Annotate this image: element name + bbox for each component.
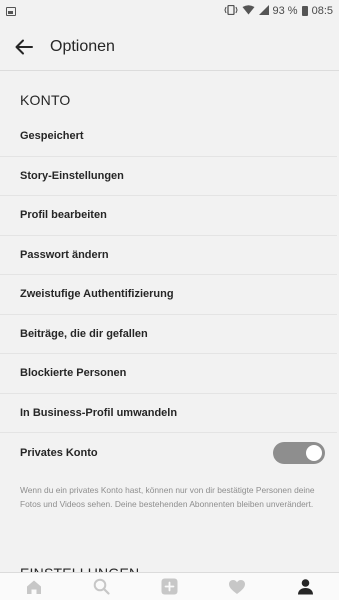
status-time: 08:5 bbox=[311, 5, 333, 17]
back-arrow-icon bbox=[15, 39, 33, 55]
nav-profile-button[interactable] bbox=[285, 574, 325, 600]
menu-item-business-profile[interactable]: In Business-Profil umwandeln bbox=[0, 394, 337, 433]
menu-item-liked-posts[interactable]: Beiträge, die dir gefallen bbox=[0, 315, 337, 354]
battery-percentage: 93 % bbox=[272, 5, 298, 17]
menu-item-blocked-users[interactable]: Blockierte Personen bbox=[0, 354, 337, 394]
wifi-icon bbox=[242, 4, 255, 18]
menu-item-change-password[interactable]: Passwort ändern bbox=[0, 236, 337, 275]
home-icon bbox=[26, 580, 41, 594]
nav-home-button[interactable] bbox=[14, 574, 54, 600]
status-bar: 93 % 08:5 bbox=[0, 0, 339, 22]
options-screen: 93 % 08:5 Optionen KONTO Gespeichert Sto… bbox=[0, 0, 339, 600]
page-title: Optionen bbox=[50, 38, 115, 55]
menu-item-saved[interactable]: Gespeichert bbox=[0, 117, 337, 157]
heart-icon bbox=[229, 579, 246, 594]
nav-add-button[interactable] bbox=[149, 574, 189, 600]
menu-item-edit-profile[interactable]: Profil bearbeiten bbox=[0, 196, 337, 236]
search-icon bbox=[93, 578, 110, 595]
back-button[interactable] bbox=[12, 35, 36, 59]
status-left bbox=[6, 6, 16, 16]
toggle-knob bbox=[306, 444, 322, 461]
private-account-hint: Wenn du ein privates Konto hast, können … bbox=[20, 484, 315, 509]
menu-item-two-factor-auth[interactable]: Zweistufige Authentifizierung bbox=[0, 275, 337, 315]
nav-activity-button[interactable] bbox=[217, 574, 257, 600]
image-notification-icon bbox=[6, 6, 16, 16]
nav-search-button[interactable] bbox=[82, 574, 122, 600]
signal-icon bbox=[258, 4, 269, 18]
vibrate-icon bbox=[223, 4, 238, 18]
app-bar: Optionen bbox=[0, 22, 339, 72]
section-header-account: KONTO bbox=[20, 92, 71, 108]
battery-icon bbox=[301, 6, 308, 16]
private-account-row: Privates Konto bbox=[0, 433, 337, 473]
add-post-icon bbox=[161, 578, 178, 595]
private-account-toggle[interactable] bbox=[273, 441, 325, 464]
status-right: 93 % 08:5 bbox=[223, 4, 333, 18]
menu-item-story-settings[interactable]: Story-Einstellungen bbox=[0, 157, 337, 196]
bottom-nav bbox=[0, 572, 339, 600]
profile-icon bbox=[297, 579, 313, 595]
private-account-label: Privates Konto bbox=[20, 446, 98, 459]
options-list: KONTO Gespeichert Story-Einstellungen Pr… bbox=[0, 71, 339, 581]
